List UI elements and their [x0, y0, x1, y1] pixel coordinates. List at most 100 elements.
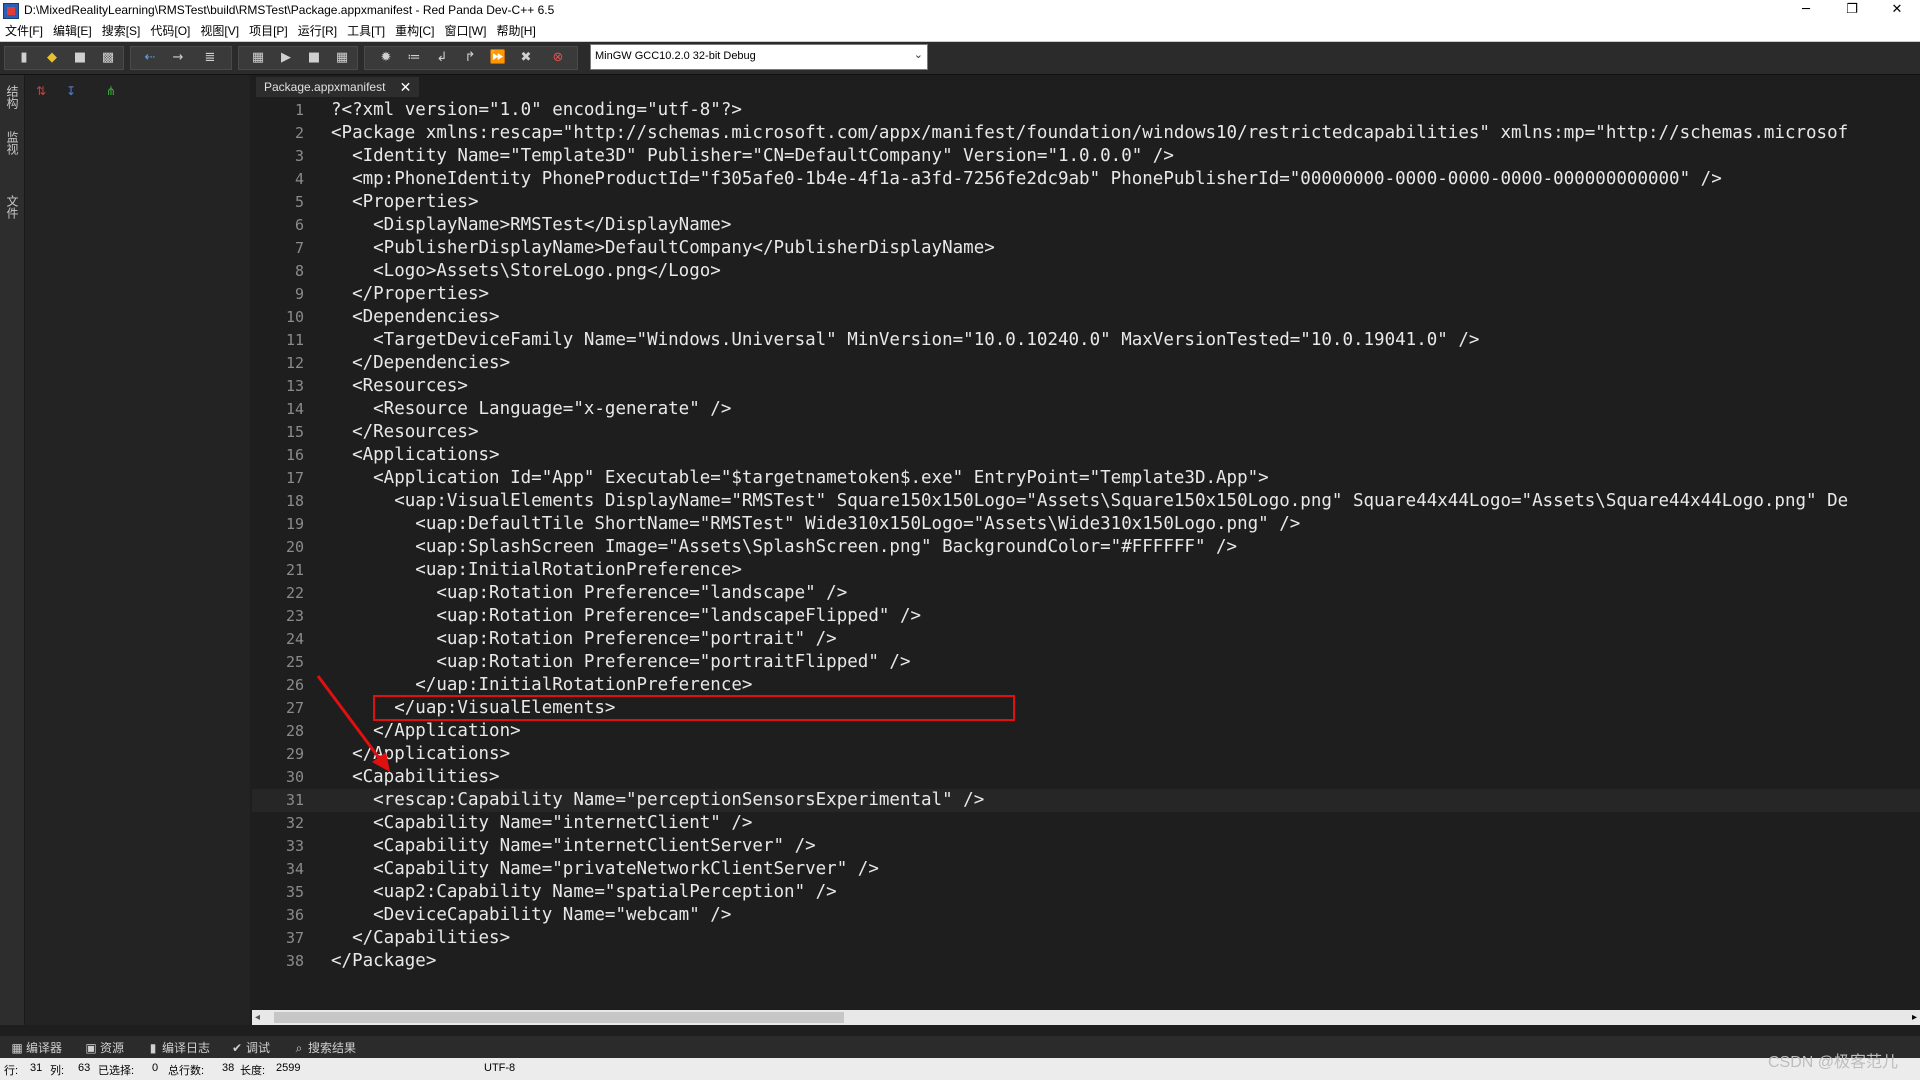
code-line[interactable]: 35 <uap2:Capability Name="spatialPercept…	[252, 881, 1920, 904]
code-line[interactable]: 15 </Resources>	[252, 421, 1920, 444]
menu-item[interactable]: 工具[T]	[342, 22, 390, 41]
code-text[interactable]: ?<?xml version="1.0" encoding="utf-8"?>	[331, 99, 742, 122]
code-text[interactable]: </uap:InitialRotationPreference>	[331, 674, 752, 697]
code-text[interactable]: </Properties>	[331, 283, 489, 306]
code-line[interactable]: 13 <Resources>	[252, 375, 1920, 398]
code-text[interactable]: <uap:Rotation Preference="landscapeFlipp…	[331, 605, 921, 628]
code-text[interactable]: <Capability Name="internetClient" />	[331, 812, 752, 835]
code-text[interactable]: <uap:Rotation Preference="portraitFlippe…	[331, 651, 910, 674]
forward-icon[interactable]: →	[169, 50, 187, 66]
code-text[interactable]: <rescap:Capability Name="perceptionSenso…	[331, 789, 984, 812]
code-text[interactable]: </Capabilities>	[331, 927, 510, 950]
stop-icon[interactable]: ■	[305, 50, 323, 66]
code-line[interactable]: 20 <uap:SplashScreen Image="Assets\Splas…	[252, 536, 1920, 559]
code-line[interactable]: 27 </uap:VisualElements>	[252, 697, 1920, 720]
menu-item[interactable]: 运行[R]	[293, 22, 342, 41]
menu-item[interactable]: 视图[V]	[195, 22, 244, 41]
horizontal-scrollbar[interactable]: ◂ ▸	[252, 1010, 1920, 1025]
menu-item[interactable]: 编辑[E]	[48, 22, 97, 41]
code-line[interactable]: 6 <DisplayName>RMSTest</DisplayName>	[252, 214, 1920, 237]
code-line[interactable]: 26 </uap:InitialRotationPreference>	[252, 674, 1920, 697]
grid-icon[interactable]: ▦	[333, 50, 351, 66]
code-text[interactable]: <Resource Language="x-generate" />	[331, 398, 731, 421]
code-line[interactable]: 10 <Dependencies>	[252, 306, 1920, 329]
code-line[interactable]: 38 </Package>	[252, 950, 1920, 973]
code-text[interactable]: <uap:SplashScreen Image="Assets\SplashSc…	[331, 536, 1237, 559]
sort-alpha-icon[interactable]: ↧	[63, 83, 79, 99]
code-line[interactable]: 4 <mp:PhoneIdentity PhoneProductId="f305…	[252, 168, 1920, 191]
code-line[interactable]: 3 <Identity Name="Template3D" Publisher=…	[252, 145, 1920, 168]
code-text[interactable]: </uap:VisualElements>	[331, 697, 615, 720]
code-line[interactable]: 37 </Capabilities>	[252, 927, 1920, 950]
menu-item[interactable]: 项目[P]	[244, 22, 293, 41]
code-line[interactable]: 2 <Package xmlns:rescap="http://schemas.m…	[252, 122, 1920, 145]
code-line[interactable]: 8 <Logo>Assets\StoreLogo.png</Logo>	[252, 260, 1920, 283]
code-text[interactable]: </Dependencies>	[331, 352, 510, 375]
code-line[interactable]: 36 <DeviceCapability Name="webcam" />	[252, 904, 1920, 927]
run-icon[interactable]: ▶	[277, 50, 295, 66]
code-line[interactable]: 17 <Application Id="App" Executable="$ta…	[252, 467, 1920, 490]
code-line[interactable]: 1 ?<?xml version="1.0" encoding="utf-8"?>	[252, 99, 1920, 122]
bottom-tab-resource[interactable]: ▣ 资源	[84, 1039, 124, 1056]
back-icon[interactable]: ⇠	[141, 50, 159, 66]
step-icon[interactable]: ≔	[405, 50, 423, 66]
scroll-left-icon[interactable]: ◂	[255, 1010, 260, 1025]
code-line[interactable]: 5 <Properties>	[252, 191, 1920, 214]
code-line[interactable]: 19 <uap:DefaultTile ShortName="RMSTest" …	[252, 513, 1920, 536]
code-text[interactable]: <Application Id="App" Executable="$targe…	[331, 467, 1269, 490]
sort-icon[interactable]: ⇅	[33, 83, 49, 99]
code-text[interactable]: <Dependencies>	[331, 306, 500, 329]
menu-item[interactable]: 重构[C]	[390, 22, 439, 41]
code-text[interactable]: <Resources>	[331, 375, 468, 398]
code-line[interactable]: 23 <uap:Rotation Preference="landscapeFl…	[252, 605, 1920, 628]
code-line[interactable]: 32 <Capability Name="internetClient" />	[252, 812, 1920, 835]
step-into-icon[interactable]: ↲	[433, 50, 451, 66]
code-text[interactable]: <uap:InitialRotationPreference>	[331, 559, 742, 582]
bottom-tab-debug-check[interactable]: ✔ 调试	[230, 1039, 270, 1056]
compiler-select[interactable]: MinGW GCC10.2.0 32-bit Debug ⌄	[590, 44, 928, 70]
code-editor[interactable]: 1 ?<?xml version="1.0" encoding="utf-8"?>…	[252, 97, 1920, 1009]
code-line[interactable]: 29 </Applications>	[252, 743, 1920, 766]
code-text[interactable]: <uap:DefaultTile ShortName="RMSTest" Wid…	[331, 513, 1300, 536]
code-text[interactable]: <Capability Name="internetClientServer" …	[331, 835, 816, 858]
format-icon[interactable]: ≣	[201, 50, 219, 66]
step-out-icon[interactable]: ↱	[461, 50, 479, 66]
code-text[interactable]: <uap:VisualElements DisplayName="RMSTest…	[331, 490, 1848, 513]
code-text[interactable]: <PublisherDisplayName>DefaultCompany</Pu…	[331, 237, 995, 260]
menu-item[interactable]: 代码[O]	[145, 22, 195, 41]
code-text[interactable]: <uap:Rotation Preference="landscape" />	[331, 582, 847, 605]
save-all-icon[interactable]: ▩	[99, 50, 117, 66]
code-line[interactable]: 22 <uap:Rotation Preference="landscape" …	[252, 582, 1920, 605]
code-text[interactable]: <Capability Name="privateNetworkClientSe…	[331, 858, 879, 881]
close-button[interactable]: ✕	[1874, 0, 1920, 22]
side-tab-files[interactable]: 文件	[4, 195, 21, 219]
menu-item[interactable]: 搜索[S]	[97, 22, 146, 41]
close-icon[interactable]: ✕	[400, 77, 412, 97]
code-text[interactable]: <TargetDeviceFamily Name="Windows.Univer…	[331, 329, 1479, 352]
code-text[interactable]: </Application>	[331, 720, 521, 743]
code-line[interactable]: 34 <Capability Name="privateNetworkClien…	[252, 858, 1920, 881]
tree-icon[interactable]: ⋔	[103, 83, 119, 99]
bottom-tab-compile-log[interactable]: ▮ 编译日志	[146, 1039, 210, 1056]
code-line[interactable]: 16 <Applications>	[252, 444, 1920, 467]
code-line[interactable]: 21 <uap:InitialRotationPreference>	[252, 559, 1920, 582]
code-line[interactable]: 12 </Dependencies>	[252, 352, 1920, 375]
code-text[interactable]: </Resources>	[331, 421, 478, 444]
open-file-icon[interactable]: ◆	[43, 50, 61, 66]
bottom-tab-search-results[interactable]: ⌕ 搜索结果	[292, 1039, 356, 1056]
code-line[interactable]: 25 <uap:Rotation Preference="portraitFli…	[252, 651, 1920, 674]
new-file-icon[interactable]: ▮	[15, 50, 33, 66]
code-text[interactable]: <DeviceCapability Name="webcam" />	[331, 904, 731, 927]
maximize-button[interactable]: ❐	[1829, 0, 1875, 22]
tab-package-appxmanifest[interactable]: Package.appxmanifest ✕	[256, 77, 420, 97]
side-tab-watch[interactable]: 监视	[4, 131, 21, 155]
code-text[interactable]: <Properties>	[331, 191, 478, 214]
menu-item[interactable]: 窗口[W]	[439, 22, 491, 41]
code-text[interactable]: <Package xmlns:rescap="http://schemas.mi…	[331, 122, 1848, 145]
minimize-button[interactable]: ─	[1783, 0, 1829, 22]
code-text[interactable]: </Applications>	[331, 743, 510, 766]
code-text[interactable]: <uap2:Capability Name="spatialPerception…	[331, 881, 837, 904]
bottom-tab-compiler[interactable]: ▦ 编译器	[10, 1039, 62, 1056]
code-line[interactable]: 28 </Application>	[252, 720, 1920, 743]
code-text[interactable]: <Applications>	[331, 444, 500, 467]
